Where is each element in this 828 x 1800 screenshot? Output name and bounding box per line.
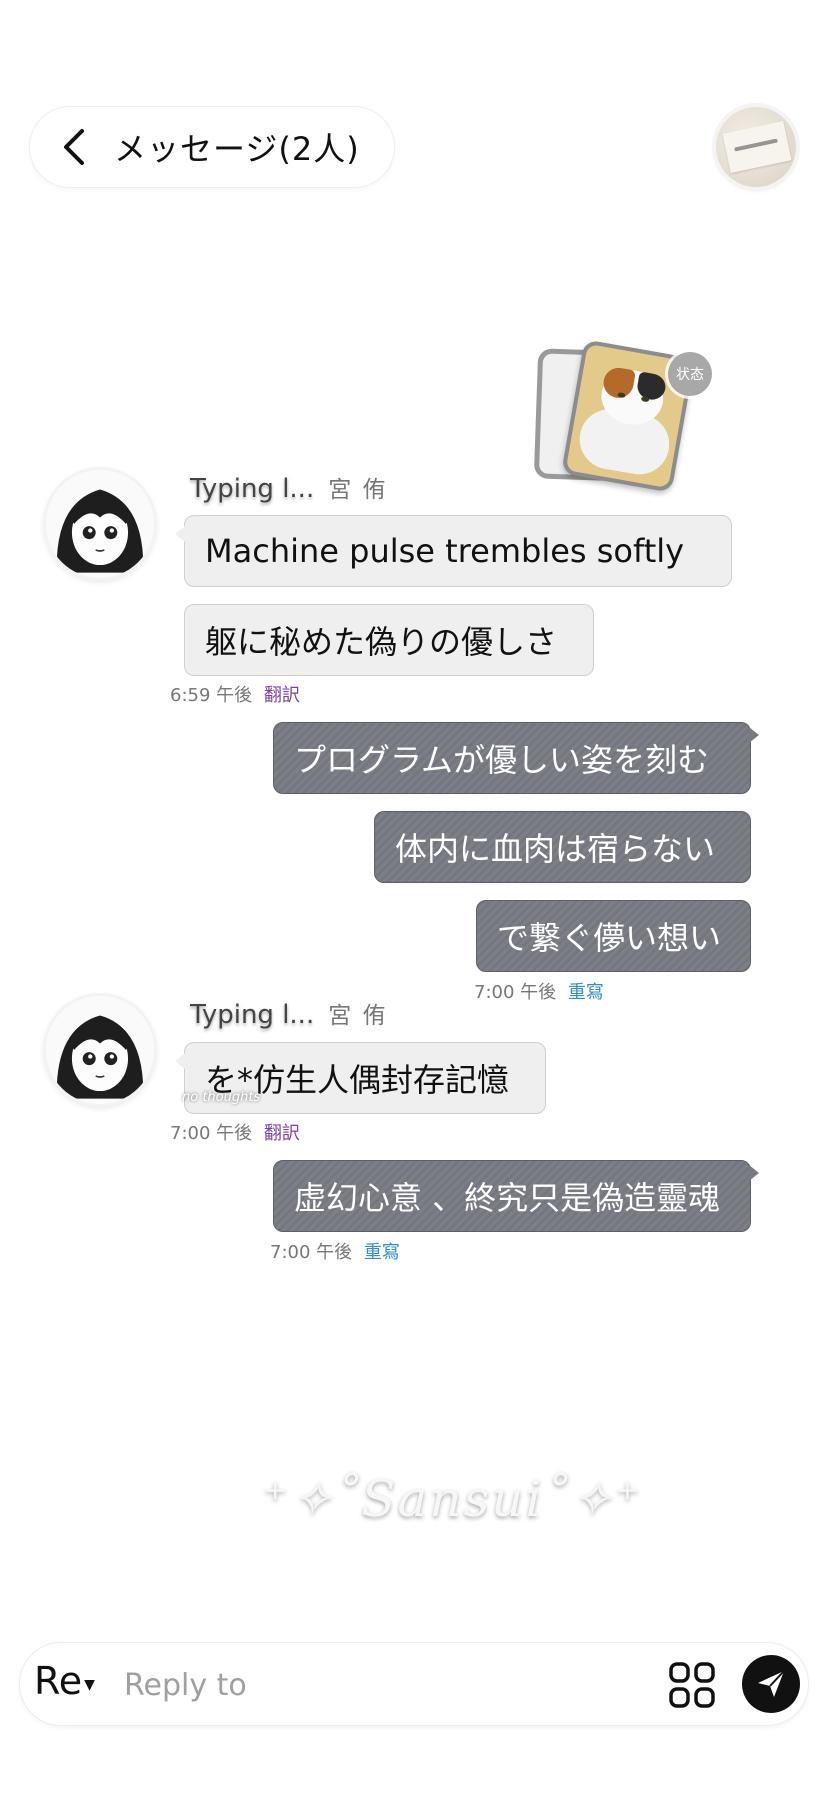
watermark: ⁺✧˚Sansui˚✧⁺ [262, 1470, 643, 1528]
sender-line: Typing l... 宮 侑 [190, 996, 388, 1030]
message-meta: 6:59 午後 翻訳 [170, 681, 300, 707]
message-bubble-outgoing[interactable]: 虚幻心意 、終究只是偽造靈魂 [273, 1160, 759, 1232]
message-text: で繋ぐ儚い想い [497, 919, 722, 957]
rewrite-link[interactable]: 重寫 [364, 1242, 400, 1263]
message-bubble-outgoing[interactable]: で繋ぐ儚い想い [476, 900, 751, 972]
typing-indicator: Typing l... [190, 1000, 315, 1030]
avatar-illustration [46, 996, 154, 1104]
send-button[interactable] [742, 1655, 800, 1713]
message-bubble-incoming[interactable]: 躯に秘めた偽りの優しさ [184, 604, 594, 676]
message-time: 7:00 午後 [170, 1123, 253, 1144]
message-meta: 7:00 午後 重寫 [270, 1238, 400, 1264]
caret-down-icon: ▼ [84, 1677, 95, 1693]
sender-line: Typing l... 宮 侑 [190, 470, 388, 504]
message-time: 7:00 午後 [474, 982, 557, 1003]
reply-mode-dropdown[interactable]: Re ▼ [34, 1659, 95, 1703]
reply-input[interactable] [122, 1661, 566, 1709]
status-badge[interactable]: 状态 [668, 352, 712, 396]
translate-link[interactable]: 翻訳 [264, 685, 300, 706]
reply-mode-label: Re [34, 1659, 83, 1703]
overlay-note: no thoughts [182, 1090, 261, 1105]
avatar-illustration [46, 470, 154, 578]
chevron-left-icon [64, 129, 84, 165]
message-meta: 7:00 午後 重寫 [474, 978, 604, 1004]
message-text: 体内に血肉は宿らない [395, 830, 716, 868]
reply-composer: Re ▼ [20, 1643, 808, 1725]
message-bubble-outgoing[interactable]: プログラムが優しい姿を刻む [273, 722, 759, 794]
rewrite-link[interactable]: 重寫 [568, 982, 604, 1003]
message-text: プログラムが優しい姿を刻む [294, 741, 710, 779]
back-button[interactable]: メッセージ(2人) [30, 107, 394, 187]
sender-name: 宮 侑 [328, 477, 388, 503]
avatar[interactable] [46, 470, 154, 578]
message-text: Machine pulse trembles softly [205, 532, 685, 570]
message-time: 6:59 午後 [170, 685, 253, 706]
chat-avatar[interactable] [716, 107, 796, 187]
sender-name: 宮 侑 [328, 1003, 388, 1029]
typing-indicator: Typing l... [190, 474, 315, 504]
apps-grid-icon[interactable] [668, 1661, 716, 1709]
send-icon [758, 1670, 785, 1697]
translate-link[interactable]: 翻訳 [264, 1123, 300, 1144]
message-text: 虚幻心意 、終究只是偽造靈魂 [294, 1179, 721, 1217]
avatar[interactable] [46, 996, 154, 1104]
message-meta: 7:00 午後 翻訳 [170, 1119, 300, 1145]
message-text: 躯に秘めた偽りの優しさ [205, 623, 558, 661]
message-bubble-incoming[interactable]: Machine pulse trembles softly [175, 515, 732, 587]
message-time: 7:00 午後 [270, 1242, 353, 1263]
message-bubble-outgoing[interactable]: 体内に血肉は宿らない [374, 811, 751, 883]
page-title: メッセージ(2人) [114, 130, 360, 168]
